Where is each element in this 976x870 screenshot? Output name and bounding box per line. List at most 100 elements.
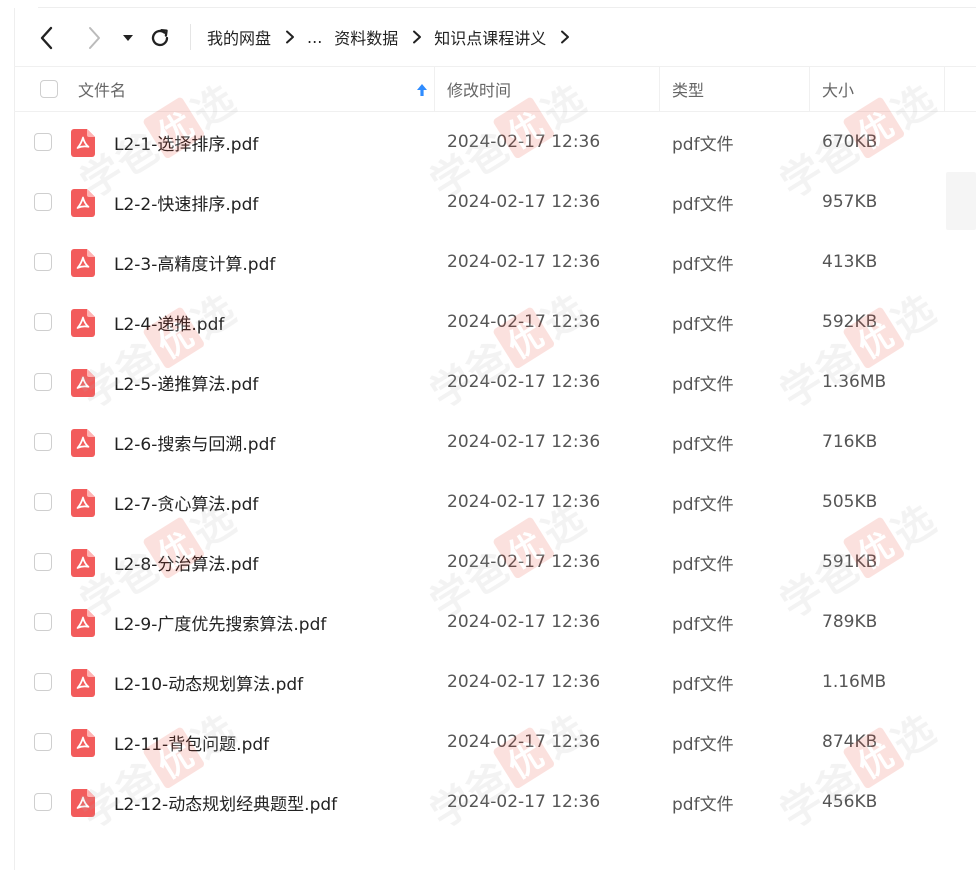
file-size: 874KB — [822, 732, 878, 752]
row-checkbox[interactable] — [34, 613, 52, 631]
file-name[interactable]: L2-11-背包问题.pdf — [114, 712, 269, 772]
file-type: pdf文件 — [672, 794, 734, 815]
toolbar: 我的网盘 ... 资料数据 知识点课程讲义 — [0, 10, 976, 62]
file-type: pdf文件 — [672, 254, 734, 275]
row-checkbox[interactable] — [34, 793, 52, 811]
file-name[interactable]: L2-9-广度优先搜索算法.pdf — [114, 592, 326, 652]
pdf-file-icon — [71, 129, 95, 157]
file-modified: 2024-02-17 12:36 — [447, 192, 601, 212]
file-modified: 2024-02-17 12:36 — [447, 132, 601, 152]
refresh-button[interactable] — [146, 24, 174, 52]
breadcrumb: 我的网盘 ... 资料数据 知识点课程讲义 — [207, 24, 582, 50]
pdf-file-icon — [71, 789, 95, 817]
file-row[interactable]: L2-1-选择排序.pdf 2024-02-17 12:36 pdf文件 670KB — [14, 112, 976, 172]
row-checkbox[interactable] — [34, 493, 52, 511]
file-row[interactable]: L2-7-贪心算法.pdf 2024-02-17 12:36 pdf文件 505KB — [14, 472, 976, 532]
forward-button[interactable] — [80, 24, 108, 52]
column-name[interactable]: 文件名 — [78, 67, 434, 111]
column-size[interactable]: 大小 — [822, 67, 854, 111]
scrollbar-thumb[interactable] — [946, 172, 976, 230]
row-checkbox[interactable] — [34, 133, 52, 151]
file-size: 716KB — [822, 432, 878, 452]
sort-ascending-icon — [417, 84, 427, 96]
chevron-right-icon — [89, 27, 100, 49]
row-checkbox[interactable] — [34, 373, 52, 391]
row-checkbox[interactable] — [34, 253, 52, 271]
file-modified: 2024-02-17 12:36 — [447, 672, 601, 692]
file-name[interactable]: L2-4-递推.pdf — [114, 292, 224, 352]
breadcrumb-chevron-icon — [285, 30, 295, 44]
breadcrumb-chevron-icon — [412, 30, 422, 44]
file-name[interactable]: L2-3-高精度计算.pdf — [114, 232, 275, 292]
file-modified: 2024-02-17 12:36 — [447, 312, 601, 332]
file-name[interactable]: L2-10-动态规划算法.pdf — [114, 652, 303, 712]
file-row[interactable]: L2-6-搜索与回溯.pdf 2024-02-17 12:36 pdf文件 716KB — [14, 412, 976, 472]
column-divider — [434, 67, 435, 111]
back-button[interactable] — [33, 24, 61, 52]
row-checkbox[interactable] — [34, 553, 52, 571]
pdf-file-icon — [71, 189, 95, 217]
toolbar-separator — [190, 24, 191, 50]
file-row[interactable]: L2-11-背包问题.pdf 2024-02-17 12:36 pdf文件 874KB — [14, 712, 976, 772]
file-name[interactable]: L2-7-贪心算法.pdf — [114, 472, 258, 532]
row-checkbox[interactable] — [34, 433, 52, 451]
pdf-file-icon — [71, 309, 95, 337]
file-size: 591KB — [822, 552, 878, 572]
file-row[interactable]: L2-4-递推.pdf 2024-02-17 12:36 pdf文件 592KB — [14, 292, 976, 352]
row-checkbox[interactable] — [34, 313, 52, 331]
refresh-icon — [151, 29, 169, 47]
column-divider — [659, 67, 660, 111]
row-checkbox[interactable] — [34, 733, 52, 751]
file-modified: 2024-02-17 12:36 — [447, 492, 601, 512]
file-name[interactable]: L2-1-选择排序.pdf — [114, 112, 258, 172]
file-row[interactable]: L2-5-递推算法.pdf 2024-02-17 12:36 pdf文件 1.36MB — [14, 352, 976, 412]
file-size: 957KB — [822, 192, 878, 212]
file-type: pdf文件 — [672, 374, 734, 395]
file-row[interactable]: L2-3-高精度计算.pdf 2024-02-17 12:36 pdf文件 413KB — [14, 232, 976, 292]
pdf-file-icon — [71, 669, 95, 697]
select-all-cell — [40, 67, 58, 111]
history-dropdown-button[interactable] — [115, 24, 141, 52]
breadcrumb-ellipsis[interactable]: ... — [307, 28, 322, 47]
breadcrumb-root[interactable]: 我的网盘 — [207, 25, 271, 49]
file-name[interactable]: L2-5-递推算法.pdf — [114, 352, 258, 412]
file-name[interactable]: L2-12-动态规划经典题型.pdf — [114, 772, 337, 832]
chevron-left-icon — [40, 26, 53, 50]
file-name[interactable]: L2-6-搜索与回溯.pdf — [114, 412, 275, 472]
file-size: 413KB — [822, 252, 878, 272]
column-modified-label: 修改时间 — [447, 81, 512, 100]
column-modified[interactable]: 修改时间 — [447, 67, 511, 111]
file-name[interactable]: L2-8-分治算法.pdf — [114, 532, 258, 592]
row-checkbox[interactable] — [34, 193, 52, 211]
file-size: 1.16MB — [822, 672, 887, 692]
file-name[interactable]: L2-2-快速排序.pdf — [114, 172, 258, 232]
breadcrumb-item-data[interactable]: 资料数据 — [334, 25, 398, 49]
file-type: pdf文件 — [672, 434, 734, 455]
file-row[interactable]: L2-8-分治算法.pdf 2024-02-17 12:36 pdf文件 591KB — [14, 532, 976, 592]
breadcrumb-item-notes[interactable]: 知识点课程讲义 — [434, 25, 546, 49]
pdf-file-icon — [71, 369, 95, 397]
row-checkbox[interactable] — [34, 673, 52, 691]
file-size: 505KB — [822, 492, 878, 512]
column-divider — [809, 67, 810, 111]
column-divider — [944, 67, 945, 111]
column-name-label: 文件名 — [78, 81, 127, 100]
file-row[interactable]: L2-2-快速排序.pdf 2024-02-17 12:36 pdf文件 957KB — [14, 172, 976, 232]
pdf-file-icon — [71, 249, 95, 277]
file-modified: 2024-02-17 12:36 — [447, 552, 601, 572]
file-row[interactable]: L2-9-广度优先搜索算法.pdf 2024-02-17 12:36 pdf文件 78… — [14, 592, 976, 652]
file-modified: 2024-02-17 12:36 — [447, 432, 601, 452]
file-modified: 2024-02-17 12:36 — [447, 252, 601, 272]
file-type: pdf文件 — [672, 674, 734, 695]
select-all-checkbox[interactable] — [40, 80, 58, 98]
column-type[interactable]: 类型 — [672, 67, 704, 111]
pdf-file-icon — [71, 429, 95, 457]
pdf-file-icon — [71, 549, 95, 577]
column-size-label: 大小 — [822, 81, 855, 100]
file-row[interactable]: L2-10-动态规划算法.pdf 2024-02-17 12:36 pdf文件 1.1… — [14, 652, 976, 712]
column-type-label: 类型 — [672, 81, 705, 100]
file-type: pdf文件 — [672, 194, 734, 215]
file-row[interactable]: L2-12-动态规划经典题型.pdf 2024-02-17 12:36 pdf文件 4… — [14, 772, 976, 832]
file-modified: 2024-02-17 12:36 — [447, 612, 601, 632]
file-type: pdf文件 — [672, 494, 734, 515]
